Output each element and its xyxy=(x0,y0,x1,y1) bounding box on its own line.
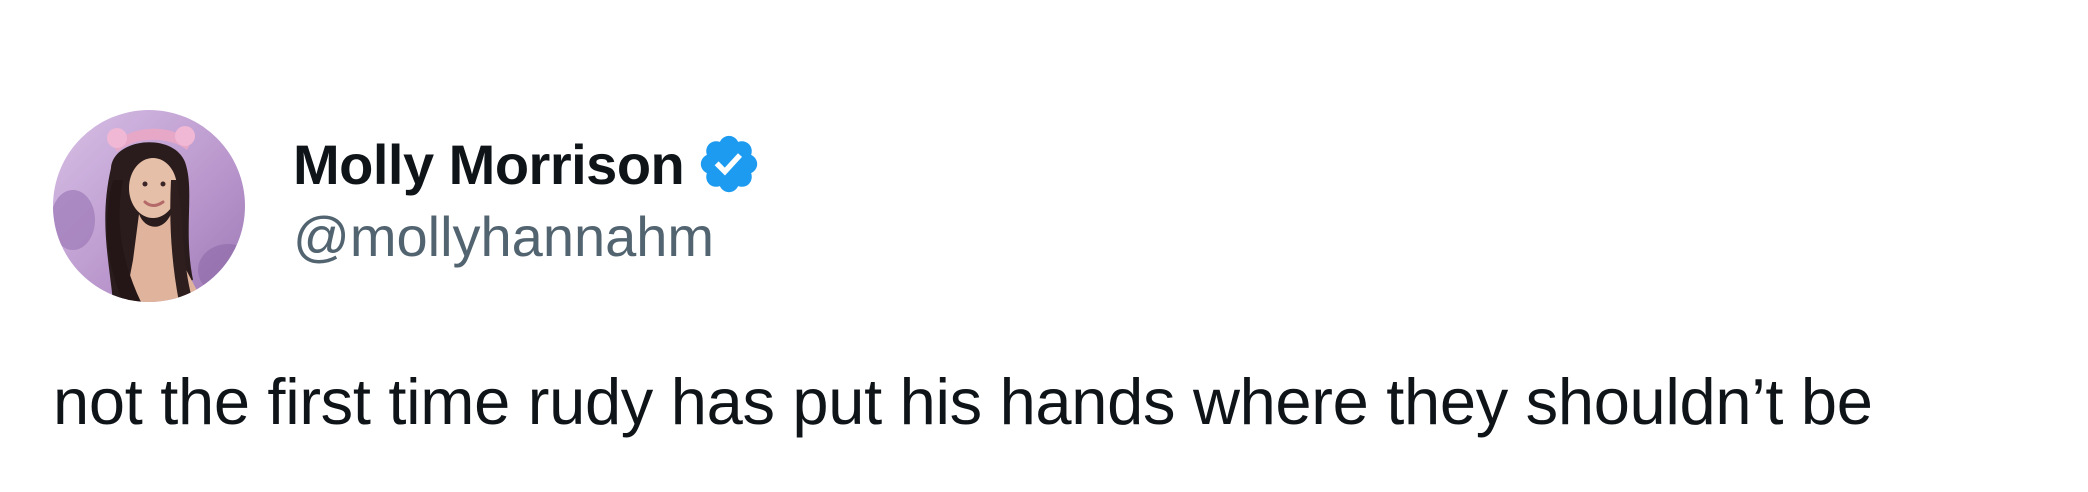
tweet-card: Molly Morrison @mollyhannahm not the fir… xyxy=(0,0,2088,492)
avatar-image xyxy=(53,110,245,302)
author-name-row: Molly Morrison xyxy=(293,124,762,204)
author-display-name[interactable]: Molly Morrison xyxy=(293,132,685,197)
avatar[interactable] xyxy=(53,110,245,302)
verified-badge-icon xyxy=(696,131,762,197)
author-handle[interactable]: @mollyhannahm xyxy=(293,204,714,269)
tweet-text: not the first time rudy has put his hand… xyxy=(53,365,1873,438)
